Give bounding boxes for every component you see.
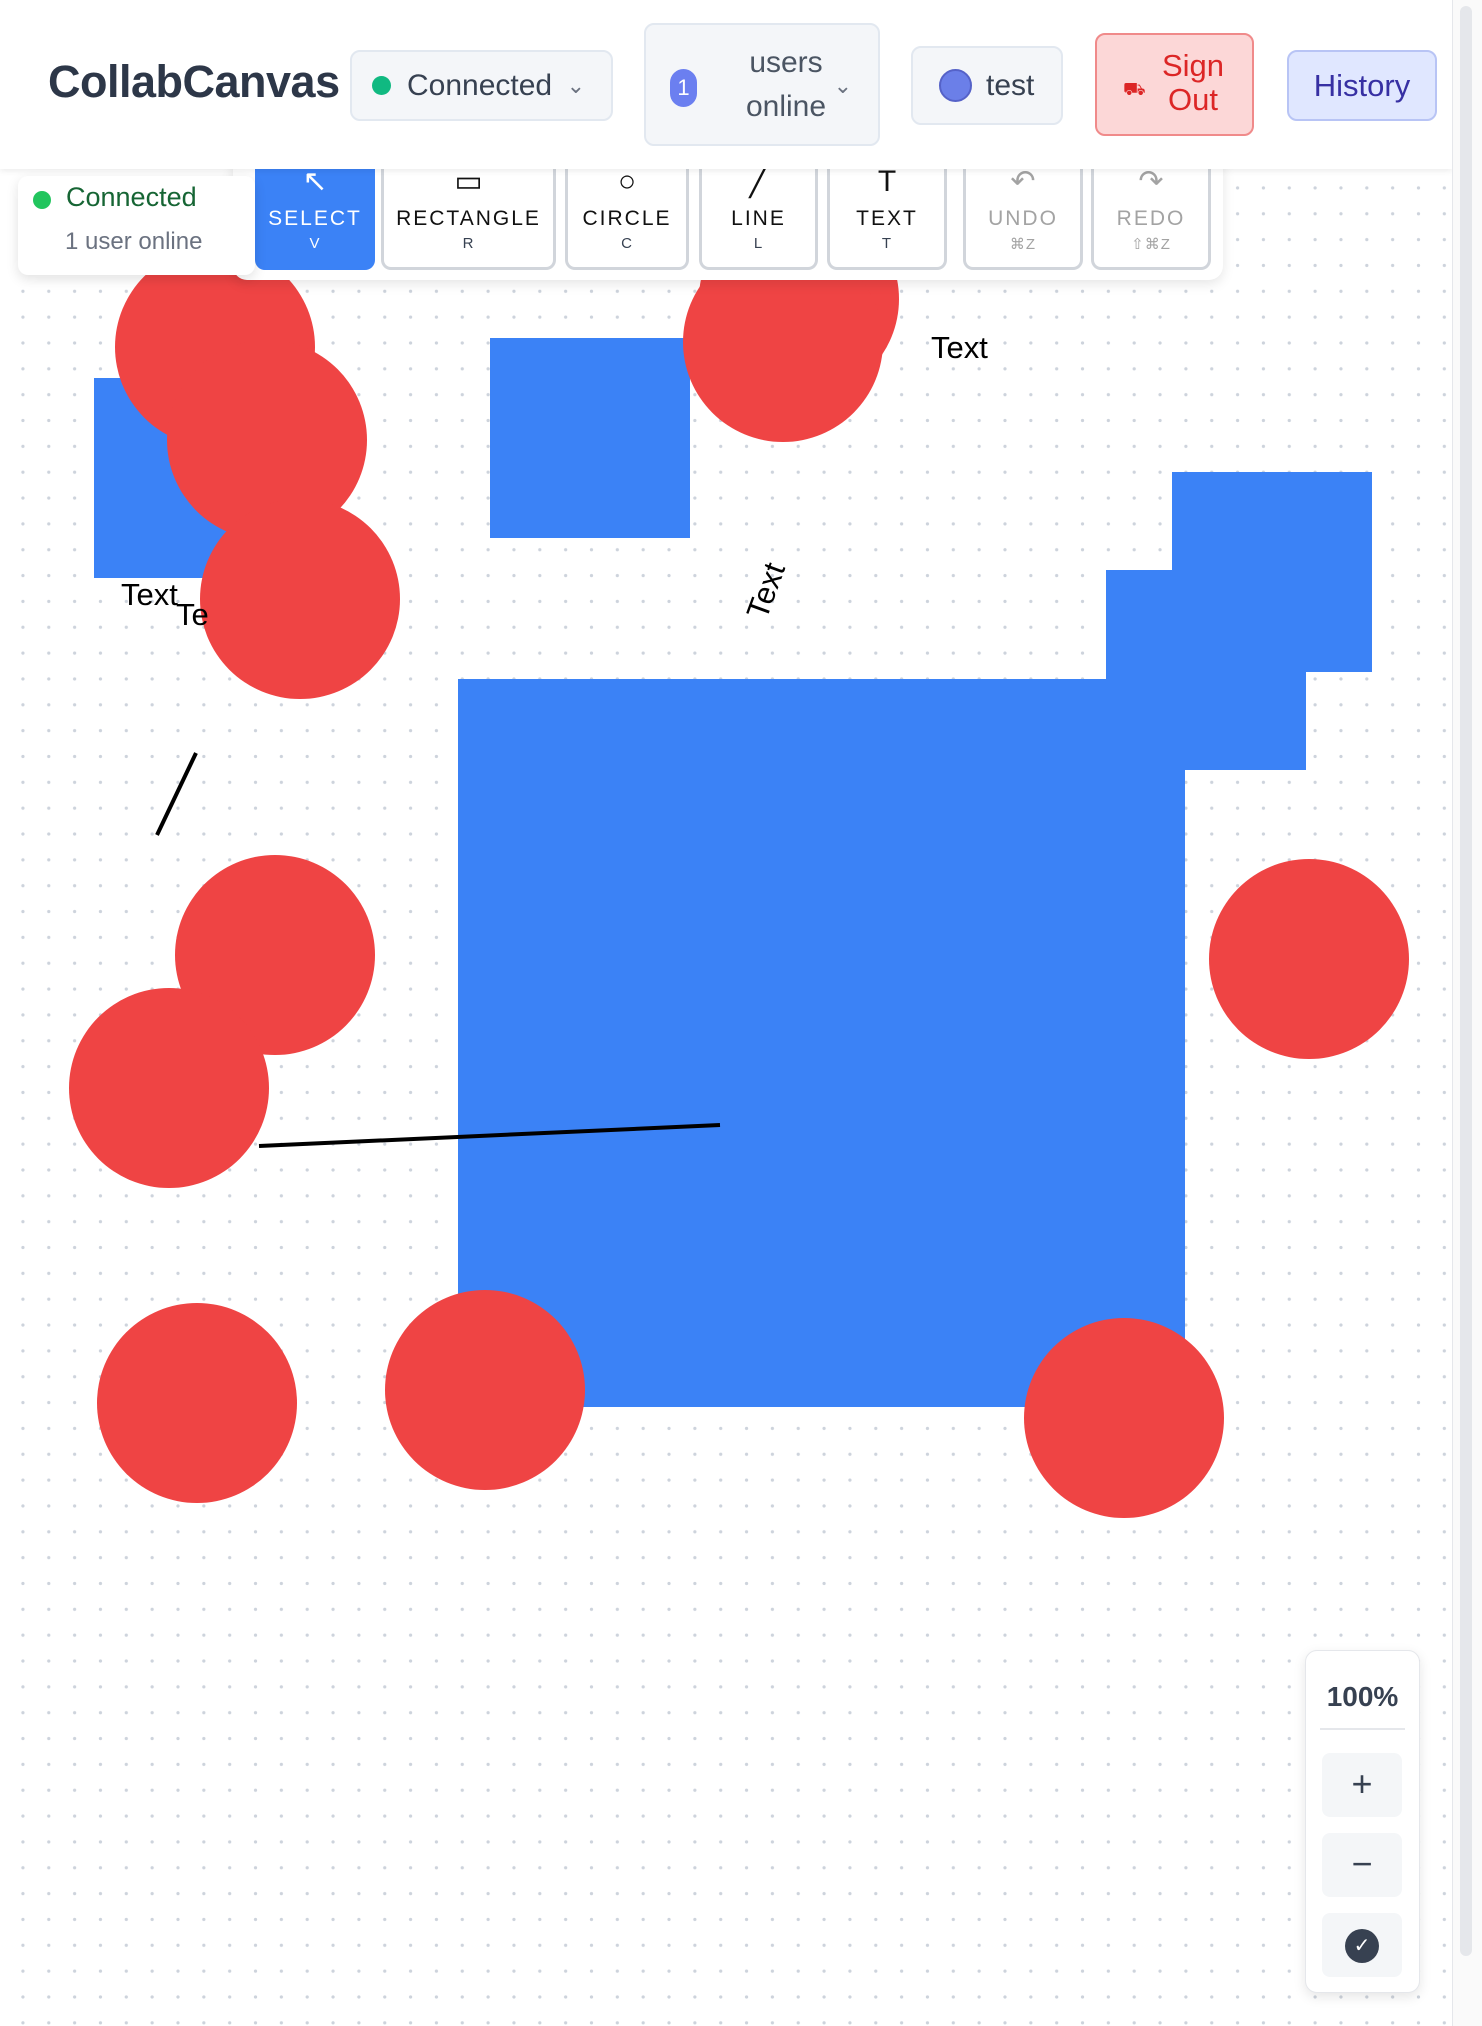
chevron-down-icon: ⌄ <box>833 73 852 98</box>
shape-circle[interactable] <box>1024 1318 1224 1518</box>
scrollbar-thumb[interactable] <box>1460 6 1472 1956</box>
connection-status-label: Connected <box>407 68 553 102</box>
text-icon: T <box>877 165 897 198</box>
shape-rectangle[interactable] <box>490 338 690 538</box>
divider <box>1320 1728 1405 1730</box>
circle-icon: ○ <box>617 165 637 198</box>
shape-circle[interactable] <box>97 1303 297 1503</box>
shape-text[interactable]: Text <box>121 577 178 612</box>
shape-text[interactable]: Text <box>740 558 792 624</box>
tool-label: TEXT <box>856 207 918 230</box>
zoom-level: 100% <box>1326 1681 1399 1712</box>
check-circle-icon: ✓ <box>1345 1929 1379 1964</box>
tool-select-button[interactable]: ↖ SELECT V <box>255 155 375 270</box>
shape-text[interactable]: Te <box>176 597 209 632</box>
sign-out-label: Sign Out <box>1161 48 1225 117</box>
connection-status-dropdown[interactable]: Connected ⌄ <box>350 50 613 121</box>
tool-text-button[interactable]: T TEXT T <box>827 155 947 270</box>
redo-icon: ↷ <box>1138 165 1164 198</box>
presence-card: Connected 1 user online <box>18 176 255 275</box>
tool-shortcut: V <box>309 235 321 252</box>
tool-rectangle-button[interactable]: ▭ RECTANGLE R <box>381 155 556 270</box>
tool-shortcut: T <box>881 235 893 252</box>
cursor-arrow-icon: ↖ <box>302 165 328 198</box>
zoom-controls: 100% + − ✓ <box>1305 1650 1420 1993</box>
tool-shortcut: R <box>462 235 475 252</box>
shape-line[interactable] <box>155 752 198 836</box>
status-dot-icon <box>33 191 51 209</box>
drawing-toolbar: ↖ SELECT V ▭ RECTANGLE R ○ CIRCLE C ╱ LI… <box>233 155 1223 280</box>
chevron-down-icon: ⌄ <box>566 72 585 98</box>
presence-status: Connected <box>66 182 197 212</box>
users-online-label: users online <box>745 46 827 123</box>
shape-circle[interactable] <box>1209 859 1409 1059</box>
tool-label: REDO <box>1116 207 1186 230</box>
tool-label: UNDO <box>988 207 1058 230</box>
fit-view-button[interactable]: ✓ <box>1322 1913 1402 1977</box>
shape-circle[interactable] <box>200 499 400 699</box>
avatar <box>939 69 972 102</box>
shape-text[interactable]: Text <box>931 330 988 365</box>
sign-out-icon: ⛟ <box>1123 79 1146 99</box>
history-button[interactable]: History <box>1287 50 1437 121</box>
tool-label: LINE <box>731 207 786 230</box>
zoom-out-button[interactable]: − <box>1322 1833 1402 1897</box>
app-header: CollabCanvas Connected ⌄ 1 users online … <box>0 0 1452 169</box>
canvas-shapes[interactable]: Text Text Te Text <box>0 169 1452 2026</box>
shape-circle[interactable] <box>385 1290 585 1490</box>
redo-button[interactable]: ↷ REDO ⇧⌘Z <box>1091 155 1211 270</box>
users-online-dropdown[interactable]: 1 users online ⌄ <box>644 23 880 146</box>
rectangle-icon: ▭ <box>454 165 483 198</box>
tool-circle-button[interactable]: ○ CIRCLE C <box>565 155 689 270</box>
app-title: CollabCanvas <box>48 56 340 107</box>
tool-shortcut: ⌘Z <box>1009 236 1037 253</box>
tool-shortcut: C <box>621 235 633 252</box>
tool-label: RECTANGLE <box>396 207 541 230</box>
sign-out-button[interactable]: ⛟ Sign Out <box>1095 33 1254 136</box>
status-dot-icon <box>372 76 391 95</box>
line-icon: ╱ <box>749 165 768 198</box>
tool-line-button[interactable]: ╱ LINE L <box>699 155 818 270</box>
users-count-badge: 1 <box>670 69 697 107</box>
shape-rectangle[interactable] <box>458 679 1185 1407</box>
tool-shortcut: L <box>753 235 764 252</box>
undo-button[interactable]: ↶ UNDO ⌘Z <box>963 155 1083 270</box>
tool-shortcut: ⇧⌘Z <box>1131 236 1171 253</box>
presence-user-count: 1 user online <box>65 228 203 255</box>
zoom-in-button[interactable]: + <box>1322 1753 1402 1817</box>
drawing-canvas[interactable]: Text Text Te Text <box>0 169 1452 2026</box>
tool-label: SELECT <box>268 207 362 230</box>
current-user-chip[interactable]: test <box>911 46 1063 125</box>
tool-label: CIRCLE <box>582 207 672 230</box>
shape-circle[interactable] <box>69 988 269 1188</box>
current-user-name: test <box>986 68 1035 102</box>
undo-icon: ↶ <box>1010 165 1036 198</box>
